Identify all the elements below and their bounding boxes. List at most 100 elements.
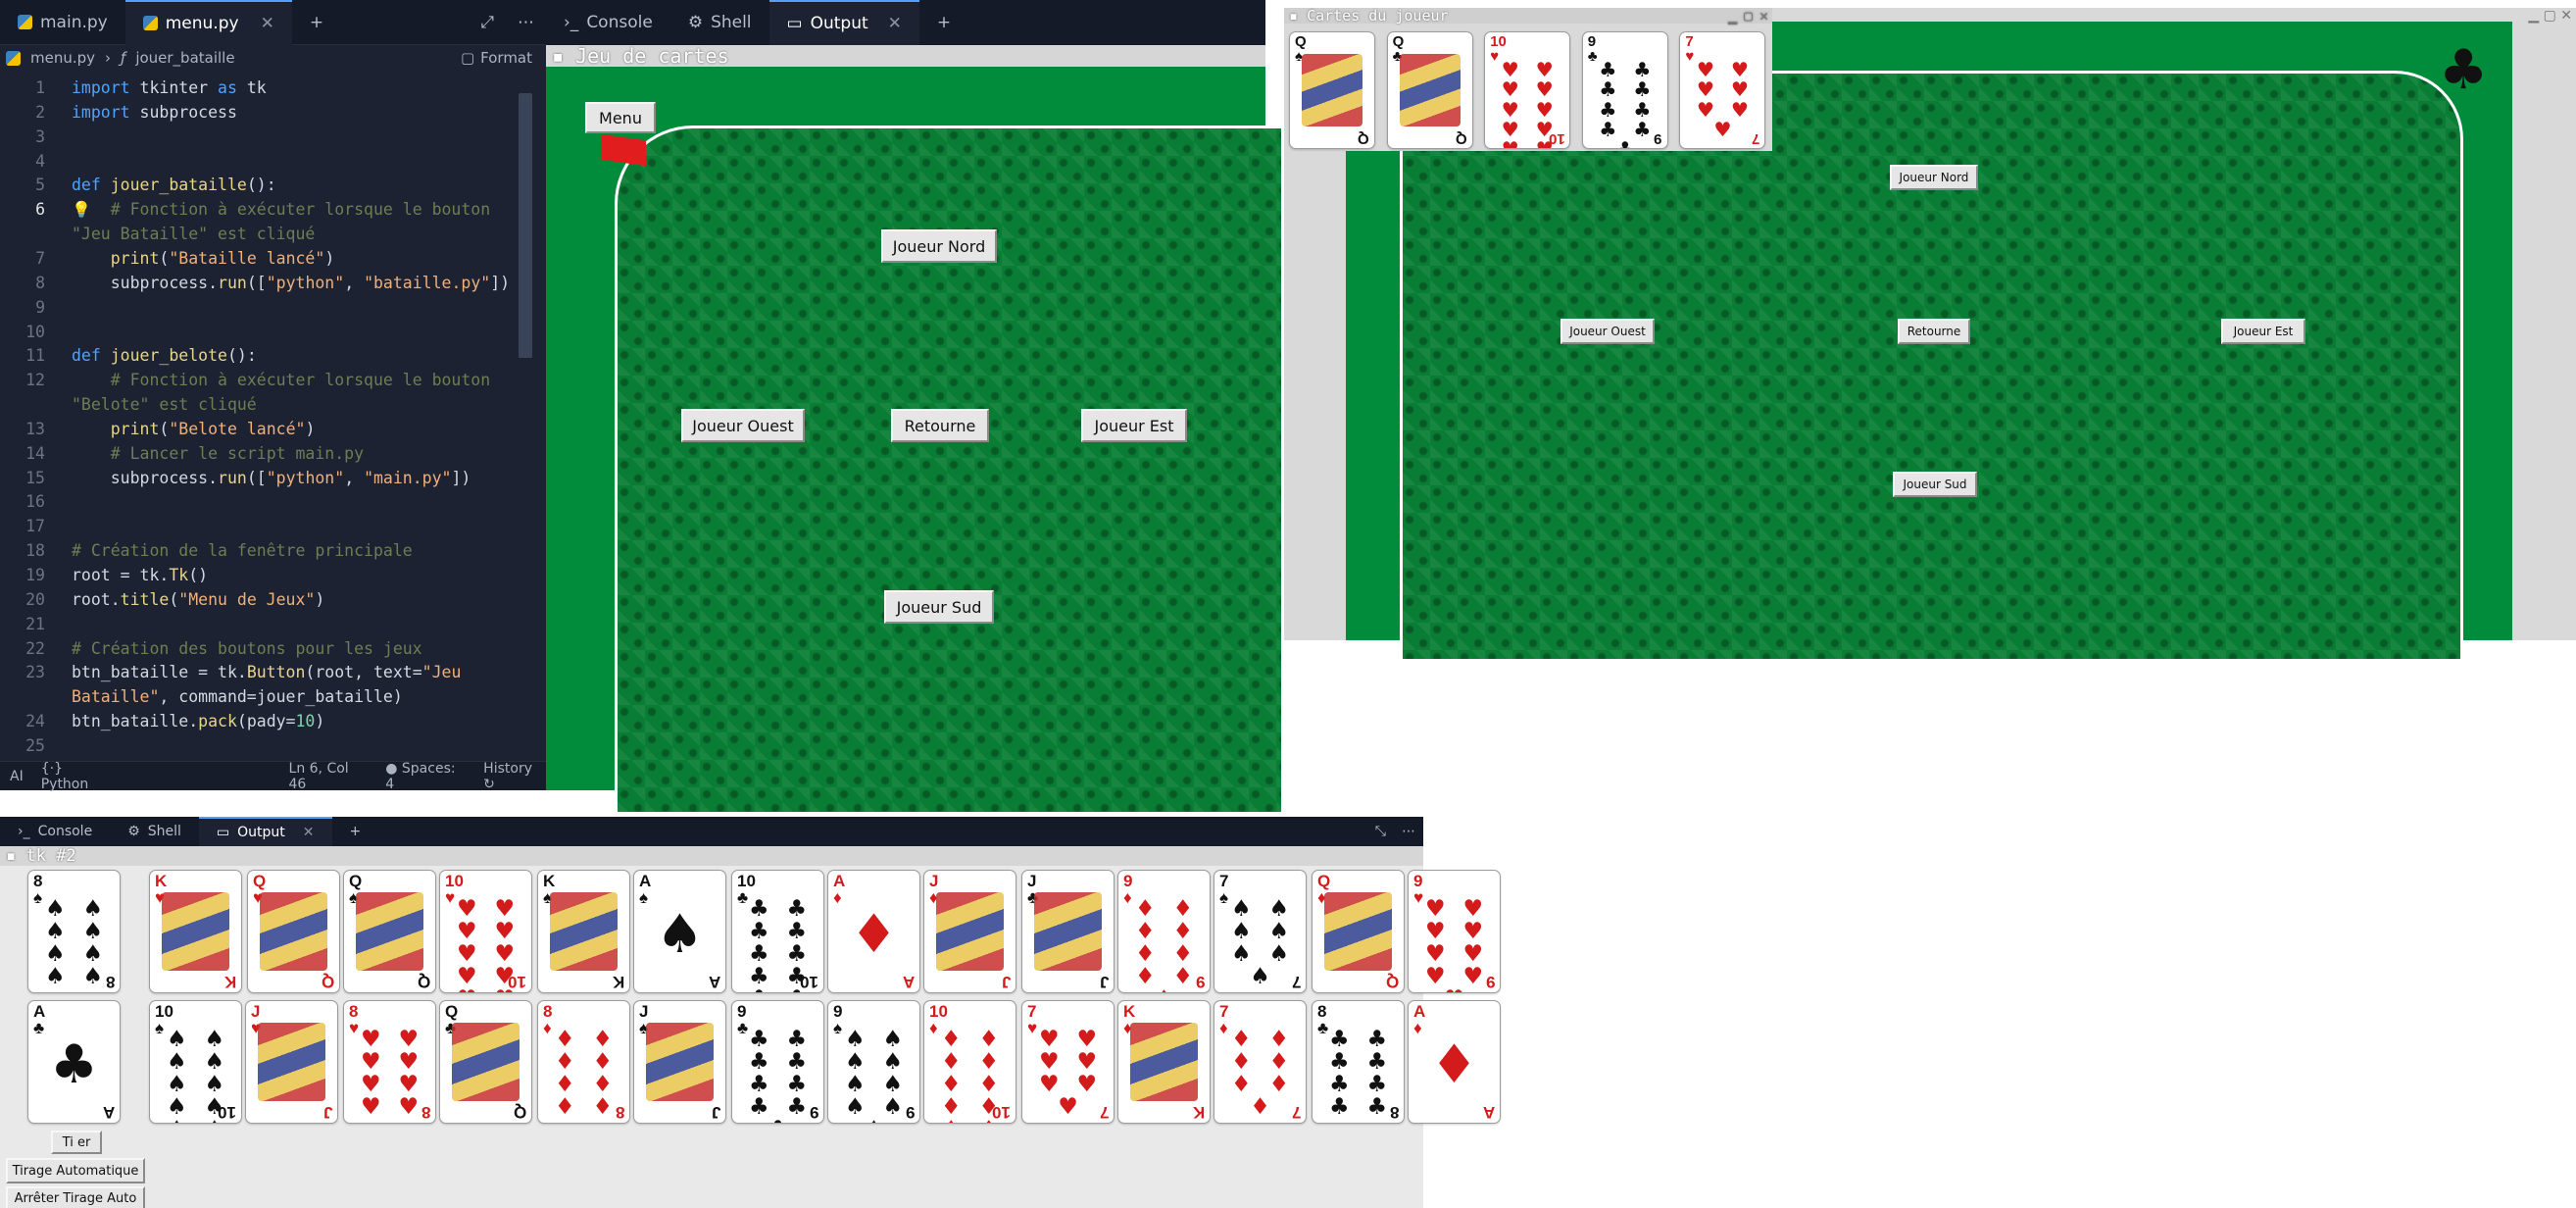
editor-scrollbar[interactable] <box>519 93 532 358</box>
lightbulb-icon[interactable]: 💡 <box>72 200 91 219</box>
code-line[interactable]: # Création des boutons pour les jeux <box>72 639 422 658</box>
playing-card[interactable]: K ♦ K <box>1117 1000 1211 1124</box>
playing-card[interactable]: 10♦♦♦♦♦♦♦♦♦♦♦10 <box>923 1000 1016 1124</box>
playing-card[interactable]: Q ♦ Q <box>1312 870 1405 993</box>
minimize-icon[interactable]: ▁ <box>1728 8 1737 24</box>
tab-console[interactable]: ›_ Console <box>546 0 670 45</box>
menu-button[interactable]: Menu <box>585 102 656 133</box>
playing-card[interactable]: Q ♣ Q <box>439 1000 532 1124</box>
expand-icon[interactable]: ⤢ <box>469 0 506 45</box>
playing-card[interactable]: Q ♠ Q <box>343 870 436 993</box>
joueur-ouest-button[interactable]: Joueur Ouest <box>681 409 805 442</box>
code-line[interactable]: # Fonction à exécuter lorsque le bouton <box>72 200 490 219</box>
joueur-est-button[interactable]: Joueur Est <box>1081 409 1187 442</box>
tirer-button[interactable]: Ti er <box>51 1131 102 1154</box>
new-tab-button[interactable]: + <box>332 817 379 846</box>
code-line[interactable]: btn_bataille = tk.Button(root, text="Jeu <box>72 663 461 681</box>
playing-card[interactable]: 8 ♣ ♣ ♣ ♣ ♣ ♣ ♣ ♣ ♣ 8 <box>1312 1000 1405 1124</box>
playing-card[interactable]: 10♥♥♥♥♥♥♥♥♥♥♥10 <box>439 870 532 993</box>
close-icon[interactable]: ✕ <box>303 825 315 840</box>
playing-card[interactable]: 10♠♠♠♠♠♠♠♠♠♠♠10 <box>149 1000 242 1124</box>
code-line[interactable]: "Belote" est cliqué <box>72 395 257 414</box>
tirage-automatique-button[interactable]: Tirage Automatique <box>6 1158 145 1183</box>
joueur-sud-button[interactable]: Joueur Sud <box>884 590 994 624</box>
cursor-position[interactable]: Ln 6, Col 46 <box>289 761 369 792</box>
more-options-icon[interactable]: ⋯ <box>506 0 546 45</box>
tab-output[interactable]: ▭ Output ✕ <box>768 0 919 45</box>
code-line[interactable]: # Fonction à exécuter lorsque le bouton <box>72 371 490 389</box>
tab-output[interactable]: ▭ Output ✕ <box>198 817 332 846</box>
close-icon[interactable]: ✕ <box>261 14 274 33</box>
collapse-icon[interactable]: ⤡ <box>1367 817 1394 846</box>
playing-card[interactable]: 8 ♥ ♥ ♥ ♥ ♥ ♥ ♥ ♥ ♥ 8 <box>343 1000 436 1124</box>
playing-card[interactable]: 9♠♠♠♠♠♠♠♠♠♠9 <box>827 1000 920 1124</box>
playing-card[interactable]: K ♠ K <box>537 870 630 993</box>
playing-card[interactable]: 9♦♦♦♦♦♦♦♦♦♦9 <box>1117 870 1211 993</box>
code-line[interactable]: # Lancer le script main.py <box>72 444 364 463</box>
code-line[interactable]: subprocess.run(["python", "main.py"]) <box>72 469 471 487</box>
retourne-button[interactable]: Retourne <box>891 409 989 442</box>
playing-card[interactable]: Q ♥ Q <box>247 870 340 993</box>
playing-card[interactable]: J ♣ J <box>1021 870 1115 993</box>
code-line[interactable]: Bataille", command=jouer_bataille) <box>72 687 403 706</box>
code-line[interactable]: # Création de la fenêtre principale <box>72 541 413 560</box>
playing-card[interactable]: 7 ♦ ♦ ♦ ♦ ♦ ♦ ♦ ♦ 7 <box>1214 1000 1307 1124</box>
code-line[interactable]: root = tk.Tk() <box>72 566 208 584</box>
arreter-tirage-auto-button[interactable]: Arrêter Tirage Auto <box>6 1186 145 1208</box>
playing-card[interactable]: J ♦ J <box>923 870 1016 993</box>
tab-console[interactable]: ›_ Console <box>0 817 110 846</box>
joueur-nord-button[interactable]: Joueur Nord <box>1890 165 1978 190</box>
playing-card[interactable]: 10♥♥♥♥♥♥♥♥♥♥♥10 <box>1484 31 1571 149</box>
playing-card[interactable]: 7 ♥ ♥ ♥ ♥ ♥ ♥ ♥ ♥ 7 <box>1021 1000 1115 1124</box>
new-tab-button[interactable]: + <box>919 0 968 45</box>
history-button[interactable]: History ↻ <box>483 761 546 792</box>
playing-card[interactable]: 9♣♣♣♣♣♣♣♣♣♣9 <box>1581 31 1668 149</box>
code-line[interactable]: def jouer_bataille(): <box>72 176 276 194</box>
ai-status[interactable]: AI <box>10 769 24 784</box>
language-mode[interactable]: {·} Python <box>41 761 113 792</box>
close-icon[interactable]: ✕ <box>888 14 902 33</box>
code-line[interactable]: print("Belote lancé") <box>72 420 316 438</box>
new-tab-button[interactable]: + <box>292 0 341 45</box>
joueur-sud-button[interactable]: Joueur Sud <box>1893 472 1977 497</box>
format-button[interactable]: ▢ Format <box>461 49 532 67</box>
tab-menu-py[interactable]: menu.py ✕ <box>124 0 292 45</box>
tab-main-py[interactable]: main.py <box>0 0 125 45</box>
code-line[interactable]: root.title("Menu de Jeux") <box>72 590 324 609</box>
playing-card[interactable]: 7 ♠ ♠ ♠ ♠ ♠ ♠ ♠ ♠ 7 <box>1214 870 1307 993</box>
playing-card[interactable]: 9♣♣♣♣♣♣♣♣♣♣9 <box>731 1000 824 1124</box>
indent-setting[interactable]: ● Spaces: 4 <box>385 761 466 792</box>
joueur-ouest-button[interactable]: Joueur Ouest <box>1560 319 1655 344</box>
playing-card[interactable]: 8 ♠ ♠ ♠ ♠ ♠ ♠ ♠ ♠ ♠ 8 <box>27 870 121 993</box>
code-line[interactable]: subprocess.run(["python", "bataille.py"]… <box>72 274 510 292</box>
maximize-icon[interactable]: ▢ <box>1744 8 1753 24</box>
code-line[interactable]: def jouer_belote(): <box>72 346 257 365</box>
joueur-est-button[interactable]: Joueur Est <box>2221 319 2305 344</box>
breadcrumb-symbol[interactable]: jouer_bataille <box>135 49 234 67</box>
playing-card[interactable]: J ♠ J <box>633 1000 726 1124</box>
code-line[interactable]: print("Bataille lancé") <box>72 249 335 268</box>
playing-card[interactable]: 9♥♥♥♥♥♥♥♥♥♥9 <box>1408 870 1501 993</box>
code-line[interactable]: "Jeu Bataille" est cliqué <box>72 225 315 243</box>
more-options-icon[interactable]: ⋯ <box>1394 817 1423 846</box>
playing-card[interactable]: A ♦ ♦ A <box>827 870 920 993</box>
code-line[interactable]: btn_bataille.pack(pady=10) <box>72 712 324 730</box>
playing-card[interactable]: 10♣♣♣♣♣♣♣♣♣♣♣10 <box>731 870 824 993</box>
retourne-button[interactable]: Retourne <box>1898 319 1970 344</box>
tab-shell[interactable]: ⚙ Shell <box>670 0 769 45</box>
playing-card[interactable]: J ♥ J <box>245 1000 338 1124</box>
playing-card[interactable]: A ♦ ♦ A <box>1408 1000 1501 1124</box>
playing-card[interactable]: 8 ♦ ♦ ♦ ♦ ♦ ♦ ♦ ♦ ♦ 8 <box>537 1000 630 1124</box>
playing-card[interactable]: A ♣ ♣ A <box>27 1000 121 1124</box>
playing-card[interactable]: Q ♠ Q <box>1289 31 1375 149</box>
playing-card[interactable]: 7 ♥ ♥ ♥ ♥ ♥ ♥ ♥ ♥ 7 <box>1679 31 1766 149</box>
tab-shell[interactable]: ⚙ Shell <box>110 817 199 846</box>
close-icon[interactable]: ✕ <box>1759 8 1768 24</box>
joueur-nord-button[interactable]: Joueur Nord <box>881 229 997 263</box>
playing-card[interactable]: K ♥ K <box>149 870 242 993</box>
code-line[interactable]: import tkinter as tk <box>72 78 267 97</box>
code-line[interactable]: import subprocess <box>72 103 237 122</box>
playing-card[interactable]: A ♠ ♠ A <box>633 870 726 993</box>
playing-card[interactable]: Q ♣ Q <box>1386 31 1473 149</box>
breadcrumb-file[interactable]: menu.py <box>30 49 95 67</box>
